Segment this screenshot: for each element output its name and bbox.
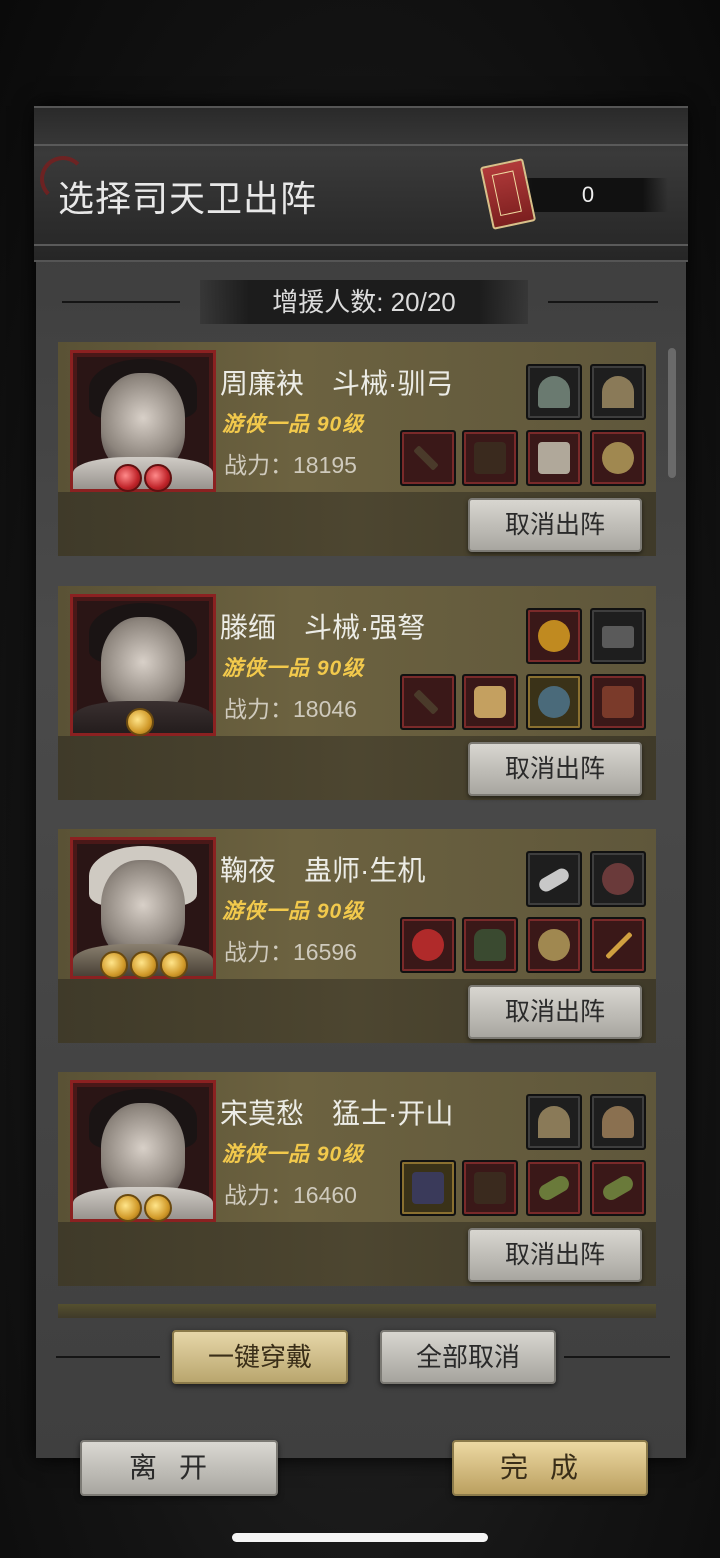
cancel-deploy-button[interactable]: 取消出阵 bbox=[468, 742, 642, 796]
cancel-deploy-button[interactable]: 取消出阵 bbox=[468, 985, 642, 1039]
list-scrollbar[interactable] bbox=[668, 348, 676, 478]
cancel-all-button[interactable]: 全部取消 bbox=[380, 1330, 556, 1384]
mushroom-icon[interactable] bbox=[526, 364, 582, 420]
star-badge-icon bbox=[114, 464, 142, 492]
beetle-icon[interactable] bbox=[526, 608, 582, 664]
crossbow-icon[interactable] bbox=[400, 430, 456, 486]
box-icon[interactable] bbox=[590, 608, 646, 664]
guard-power: 战力：18046 bbox=[224, 696, 357, 722]
page-title: 选择司天卫出阵 bbox=[58, 178, 318, 219]
cloak-icon[interactable] bbox=[462, 917, 518, 973]
star-badges bbox=[114, 464, 172, 494]
star-badge-icon bbox=[160, 951, 188, 979]
guard-rank: 游侠一品 90级 bbox=[222, 657, 365, 680]
guard-card[interactable]: 周廉袂 斗械·驯弓 游侠一品 90级 战力：18195 取消出阵 bbox=[58, 342, 656, 556]
divider-right bbox=[548, 301, 658, 303]
guard-power: 战力：18195 bbox=[224, 452, 357, 478]
pouch-icon[interactable] bbox=[526, 917, 582, 973]
star-badge-icon bbox=[126, 708, 154, 736]
armor-icon[interactable] bbox=[462, 674, 518, 730]
star-badge-icon bbox=[114, 1194, 142, 1222]
pouch-icon[interactable] bbox=[590, 430, 646, 486]
hairpin-icon[interactable] bbox=[590, 917, 646, 973]
guard-name: 滕缅 斗械·强弩 bbox=[220, 612, 426, 643]
guard-card[interactable]: 宋莫愁 猛士·开山 游侠一品 90级 战力：16460 取消出阵 bbox=[58, 1072, 656, 1286]
star-badge-icon bbox=[130, 951, 158, 979]
comb-icon[interactable] bbox=[590, 364, 646, 420]
reinforce-count: 增援人数: 20/20 bbox=[200, 280, 528, 324]
star-badge-icon bbox=[144, 1194, 172, 1222]
bracer-icon[interactable] bbox=[590, 1160, 646, 1216]
divider-left bbox=[62, 301, 180, 303]
home-indicator[interactable] bbox=[232, 1533, 488, 1542]
leave-button[interactable]: 离开 bbox=[80, 1440, 278, 1496]
equip-all-button[interactable]: 一键穿戴 bbox=[172, 1330, 348, 1384]
guard-name: 鞠夜 蛊师·生机 bbox=[220, 855, 426, 886]
token-count: 0 bbox=[581, 182, 595, 207]
star-badge-icon bbox=[100, 951, 128, 979]
mushroom-icon[interactable] bbox=[590, 1094, 646, 1150]
guard-name: 周廉袂 斗械·驯弓 bbox=[220, 368, 454, 399]
robe-icon[interactable] bbox=[462, 1160, 518, 1216]
scroll-icon[interactable] bbox=[526, 851, 582, 907]
divider-left bbox=[56, 1356, 160, 1358]
cancel-deploy-button[interactable]: 取消出阵 bbox=[468, 1228, 642, 1282]
bracer-icon[interactable] bbox=[526, 1160, 582, 1216]
star-badges bbox=[114, 1194, 172, 1224]
gourd-icon[interactable] bbox=[400, 917, 456, 973]
done-button[interactable]: 完成 bbox=[452, 1440, 648, 1496]
comb-icon[interactable] bbox=[526, 1094, 582, 1150]
guard-rank: 游侠一品 90级 bbox=[222, 413, 365, 436]
robe-icon[interactable] bbox=[462, 430, 518, 486]
next-card-peek bbox=[58, 1304, 656, 1318]
crossbow-icon[interactable] bbox=[400, 674, 456, 730]
guard-name: 宋莫愁 猛士·开山 bbox=[220, 1098, 454, 1129]
guard-card[interactable]: 鞠夜 蛊师·生机 游侠一品 90级 战力：16596 取消出阵 bbox=[58, 829, 656, 1043]
star-badges bbox=[100, 951, 188, 981]
star-badge-icon bbox=[144, 464, 172, 492]
guard-card[interactable]: 滕缅 斗械·强弩 游侠一品 90级 战力：18046 取消出阵 bbox=[58, 586, 656, 800]
guard-power: 战力：16460 bbox=[224, 1182, 357, 1208]
guard-power: 战力：16596 bbox=[224, 939, 357, 965]
star-badges bbox=[126, 708, 154, 738]
bag-icon[interactable] bbox=[590, 851, 646, 907]
guard-rank: 游侠一品 90级 bbox=[222, 1143, 365, 1166]
cancel-deploy-button[interactable]: 取消出阵 bbox=[468, 498, 642, 552]
owl-mask-icon[interactable] bbox=[526, 674, 582, 730]
chest-armor-icon[interactable] bbox=[400, 1160, 456, 1216]
horse-icon[interactable] bbox=[590, 674, 646, 730]
divider-right bbox=[564, 1356, 670, 1358]
boots-icon[interactable] bbox=[526, 430, 582, 486]
guard-rank: 游侠一品 90级 bbox=[222, 900, 365, 923]
